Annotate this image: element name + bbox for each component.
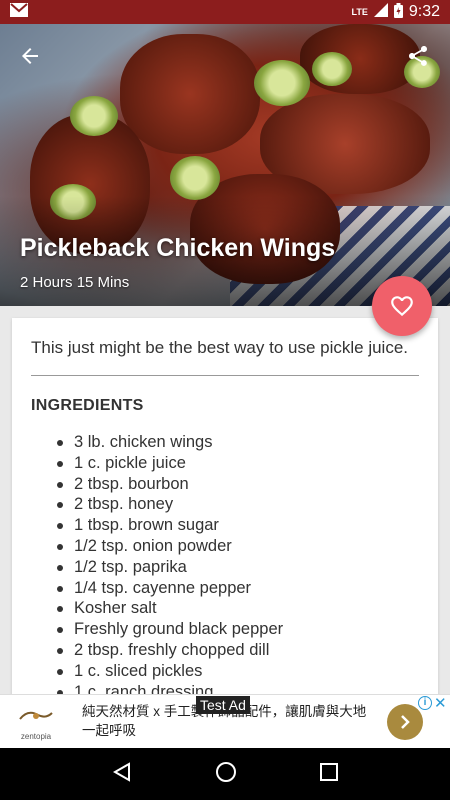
- arrow-left-icon: [22, 48, 38, 64]
- gmail-icon: [10, 3, 28, 21]
- share-button[interactable]: [406, 44, 434, 72]
- back-button[interactable]: [18, 44, 46, 72]
- status-bar: LTE 9:32: [0, 0, 450, 24]
- divider: [31, 375, 419, 376]
- ingredient-item: 2 tbsp. honey: [56, 494, 283, 515]
- recipe-total-time: 2 Hours 15 Mins: [20, 274, 130, 291]
- nav-recents-button[interactable]: [320, 762, 339, 786]
- ingredient-item: 1 c. sliced pickles: [56, 661, 283, 682]
- food-wing: [120, 34, 260, 154]
- food-pickle: [50, 184, 96, 220]
- status-indicators: LTE 9:32: [351, 2, 440, 22]
- ingredient-item: Freshly ground black pepper: [56, 620, 284, 639]
- recipe-hero-image: [0, 24, 450, 306]
- test-ad-badge: Test Ad: [196, 696, 250, 714]
- signal-icon: [373, 3, 388, 21]
- ingredients-list: 3 lb. chicken wings 1 c. pickle juice 2 …: [56, 432, 284, 698]
- ad-brand-logo: zentopia: [12, 705, 60, 741]
- ingredient-item: 3 lb. chicken wings: [56, 432, 283, 453]
- ad-banner[interactable]: zentopia 純天然材質 x 手工製作飾品配件，讓肌膚與大地一起呼吸 Tes…: [0, 694, 450, 748]
- favorite-button[interactable]: [372, 276, 432, 336]
- ad-close-icon[interactable]: ✕: [434, 694, 447, 712]
- chevron-right-icon: [401, 715, 410, 729]
- ingredient-item: 2 tbsp. freshly chopped dill: [56, 640, 283, 661]
- circle-home-icon: [215, 761, 236, 782]
- triangle-back-icon: [112, 761, 130, 782]
- nav-home-button[interactable]: [215, 761, 237, 788]
- food-pickle: [170, 156, 220, 200]
- ingredient-item: 1/2 tsp. paprika: [56, 557, 283, 578]
- ingredient-item: 1/2 tsp. onion powder: [56, 536, 283, 557]
- ingredient-item: 1 c. pickle juice: [56, 453, 283, 474]
- ingredient-item: 1/4 tsp. cayenne pepper: [56, 578, 283, 599]
- nav-back-button[interactable]: [112, 761, 132, 787]
- square-recents-icon: [320, 762, 339, 781]
- recipe-title: Pickleback Chicken Wings: [20, 234, 336, 262]
- lte-indicator: LTE: [351, 7, 368, 17]
- ingredients-header: INGREDIENTS: [31, 397, 144, 414]
- food-pickle: [312, 52, 352, 86]
- share-icon: [409, 46, 427, 66]
- ad-open-button[interactable]: [387, 704, 423, 740]
- battery-icon: [393, 2, 403, 22]
- ingredient-item: Kosher salt: [56, 598, 283, 619]
- recipe-description: This just might be the best way to use p…: [31, 338, 409, 357]
- food-pickle: [70, 96, 118, 136]
- recipe-card: This just might be the best way to use p…: [12, 318, 438, 698]
- clock: 9:32: [408, 3, 440, 20]
- ad-info-icon[interactable]: i: [418, 696, 432, 710]
- food-pickle: [254, 60, 310, 106]
- ingredient-item: 1 tbsp. brown sugar: [56, 515, 283, 536]
- system-nav-bar: [0, 748, 450, 800]
- ingredient-item: 2 tbsp. bourbon: [56, 474, 283, 495]
- heart-icon: [391, 296, 413, 317]
